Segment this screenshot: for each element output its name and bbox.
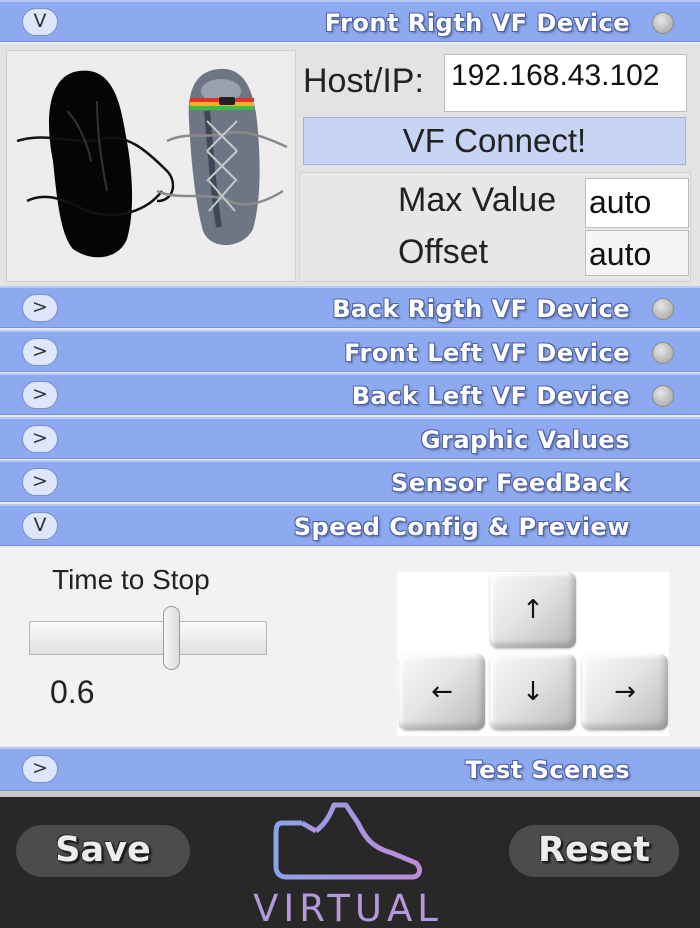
expand-toggle[interactable]: > bbox=[22, 294, 58, 322]
max-value-label: Max Value bbox=[398, 181, 557, 219]
section-header-graphic-values[interactable]: > Graphic Values bbox=[0, 417, 700, 459]
section-header-front-left[interactable]: > Front Left VF Device bbox=[0, 330, 700, 372]
section-title: Back Left VF Device bbox=[351, 382, 630, 410]
section-title: Front Left VF Device bbox=[344, 339, 630, 367]
section-header-test-scenes[interactable]: > Test Scenes bbox=[0, 747, 700, 791]
status-dot-icon bbox=[652, 342, 674, 364]
time-to-stop-slider[interactable] bbox=[29, 621, 267, 655]
offset-label: Offset bbox=[398, 233, 489, 271]
time-to-stop-value: 0.6 bbox=[50, 674, 95, 710]
expand-toggle[interactable]: V bbox=[22, 512, 58, 540]
device-panel-front-right: Host/IP: 192.168.43.102 VF Connect! Max … bbox=[0, 44, 700, 286]
time-to-stop-label: Time to Stop bbox=[52, 564, 210, 595]
arrow-down-key[interactable]: ↓ bbox=[490, 654, 576, 730]
section-title: Front Rigth VF Device bbox=[324, 9, 630, 37]
vf-connect-button[interactable]: VF Connect! bbox=[303, 117, 686, 165]
expand-toggle[interactable]: V bbox=[22, 8, 58, 36]
arrow-up-key[interactable]: ↑ bbox=[490, 572, 576, 648]
section-header-sensor-feedback[interactable]: > Sensor FeedBack bbox=[0, 460, 700, 502]
shoe-logo-icon bbox=[273, 802, 422, 880]
host-ip-label: Host/IP: bbox=[303, 62, 424, 100]
max-value-input[interactable]: auto bbox=[585, 178, 689, 228]
expand-toggle[interactable]: > bbox=[22, 755, 58, 783]
shoe-image bbox=[6, 50, 296, 282]
expand-toggle[interactable]: > bbox=[22, 381, 58, 409]
offset-input[interactable]: auto bbox=[585, 230, 689, 276]
section-header-back-left[interactable]: > Back Left VF Device bbox=[0, 373, 700, 415]
arrow-right-key[interactable]: → bbox=[582, 654, 668, 730]
save-button[interactable]: Save bbox=[16, 825, 190, 877]
reset-button[interactable]: Reset bbox=[509, 825, 679, 877]
status-dot-icon bbox=[652, 385, 674, 407]
slider-handle[interactable] bbox=[163, 606, 180, 670]
device-config: Max Value auto Offset auto bbox=[299, 172, 691, 282]
section-title: Sensor FeedBack bbox=[391, 469, 630, 497]
brand-logo-text: VIRTUAL FEET bbox=[253, 887, 443, 928]
arrow-left-key[interactable]: ← bbox=[399, 654, 485, 730]
section-title: Graphic Values bbox=[420, 426, 630, 454]
expand-toggle[interactable]: > bbox=[22, 425, 58, 453]
status-dot-icon bbox=[652, 298, 674, 320]
section-title: Back Rigth VF Device bbox=[332, 295, 630, 323]
expand-toggle[interactable]: > bbox=[22, 468, 58, 496]
footer-bar: Save Reset VIRTUAL FEET bbox=[0, 797, 700, 928]
expand-toggle[interactable]: > bbox=[22, 338, 58, 366]
speed-config-panel: Time to Stop 0.6 ↑ ← ↓ → bbox=[0, 548, 700, 746]
arrow-keypad: ↑ ← ↓ → bbox=[397, 572, 669, 736]
host-ip-input[interactable]: 192.168.43.102 bbox=[444, 54, 687, 112]
section-header-front-right[interactable]: V Front Rigth VF Device bbox=[0, 0, 700, 42]
section-header-speed-config[interactable]: V Speed Config & Preview bbox=[0, 504, 700, 546]
status-dot-icon bbox=[652, 12, 674, 34]
section-header-back-right[interactable]: > Back Rigth VF Device bbox=[0, 286, 700, 328]
section-title: Test Scenes bbox=[465, 756, 630, 784]
section-title: Speed Config & Preview bbox=[293, 513, 630, 541]
